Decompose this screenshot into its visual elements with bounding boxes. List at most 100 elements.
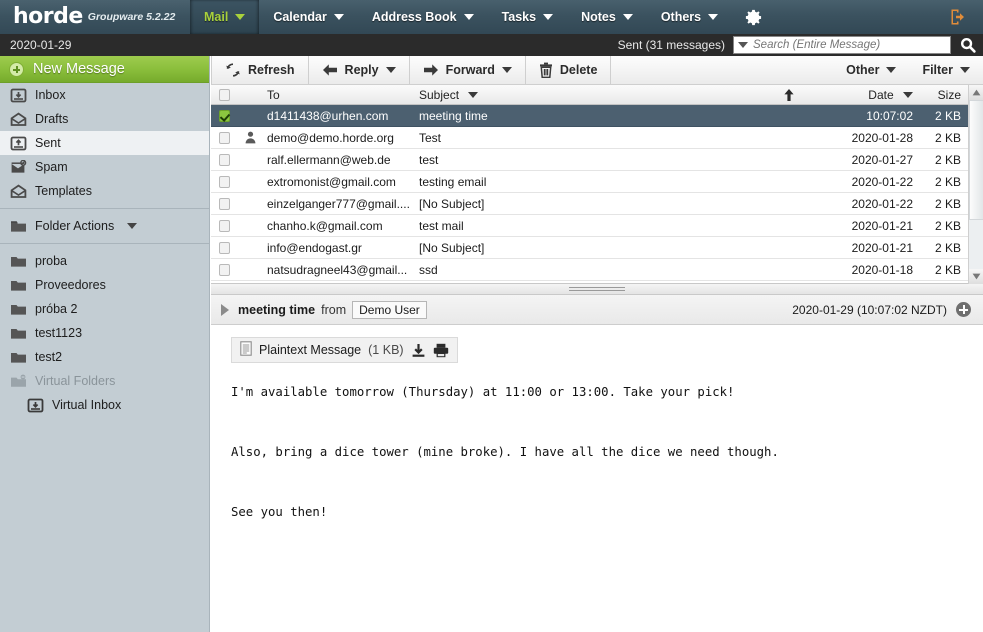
other-menu-button[interactable]: Other	[833, 56, 909, 84]
sidebar-item-templates[interactable]: Templates	[0, 179, 209, 203]
sidebar-item-folder-actions[interactable]: Folder Actions	[0, 214, 209, 238]
main-nav: Mail Calendar Address Book Tasks Notes O…	[190, 0, 943, 34]
column-header-date[interactable]: Date	[806, 88, 921, 102]
triangle-right-icon[interactable]	[221, 303, 229, 316]
logout-button[interactable]	[943, 8, 973, 26]
column-header-to[interactable]: To	[263, 88, 415, 102]
sidebar-label-virtual-inbox: Virtual Inbox	[52, 398, 122, 412]
search-input[interactable]	[753, 39, 946, 51]
download-icon	[412, 343, 424, 357]
forward-button[interactable]: Forward	[410, 56, 526, 84]
sidebar-label-virtual-folders: Virtual Folders	[35, 374, 116, 388]
nav-item-address-book[interactable]: Address Book	[358, 0, 488, 34]
envelope-open-icon	[9, 183, 27, 199]
app-logo[interactable]: horde Groupware 5.2.22	[0, 0, 190, 34]
message-from-label: from	[321, 302, 347, 317]
chevron-down-icon	[463, 14, 474, 20]
search-button[interactable]	[953, 36, 983, 54]
sidebar-item-inbox[interactable]: Inbox	[0, 83, 209, 107]
attachment-size: (1 KB)	[368, 343, 404, 357]
scroll-up-button[interactable]	[969, 85, 983, 100]
nav-item-notes[interactable]: Notes	[567, 0, 647, 34]
row-date: 2020-01-28	[851, 130, 913, 145]
sidebar-item-spam[interactable]: Spam	[0, 155, 209, 179]
column-label-date: Date	[868, 87, 894, 102]
sidebar-item-virtual-folders[interactable]: Virtual Folders	[0, 369, 209, 393]
nav-item-mail[interactable]: Mail	[190, 0, 260, 34]
row-date: 10:07:02	[866, 108, 913, 123]
row-checkbox[interactable]	[211, 131, 237, 144]
sidebar-item-sent[interactable]: Sent	[0, 131, 209, 155]
table-row[interactable]: chanho.k@gmail.com test mail 2020-01-21 …	[211, 215, 983, 237]
new-message-button[interactable]: New Message	[0, 56, 209, 83]
sidebar-label-test1123: test1123	[35, 326, 83, 340]
row-checkbox[interactable]	[211, 175, 237, 188]
table-row[interactable]: ralf.ellermann@web.de test 2020-01-27 2 …	[211, 149, 983, 171]
folder-icon	[9, 277, 27, 293]
sidebar-item-virtual-inbox[interactable]: Virtual Inbox	[0, 393, 209, 417]
message-subject: meeting time	[238, 302, 316, 317]
search-box[interactable]	[733, 36, 951, 54]
row-checkbox[interactable]	[211, 197, 237, 210]
download-button[interactable]	[411, 343, 426, 358]
status-search-bar: 2020-01-29 Sent (31 messages)	[0, 34, 983, 56]
arrow-right-icon	[423, 64, 438, 76]
table-row[interactable]: einzelganger777@gmail.... [No Subject] 2…	[211, 193, 983, 215]
sidebar-label-spam: Spam	[35, 160, 68, 174]
mail-toolbar: Refresh Reply Forward Delete Other Filte…	[211, 56, 983, 85]
row-checkbox[interactable]	[211, 219, 237, 232]
row-checkbox[interactable]	[211, 153, 237, 166]
plus-circle-icon[interactable]	[956, 302, 971, 317]
mailbox-status: Sent (31 messages)	[617, 38, 725, 52]
row-checkbox[interactable]	[211, 263, 237, 276]
sidebar-item-test1123[interactable]: test1123	[0, 321, 209, 345]
message-list-scrollbar[interactable]	[968, 85, 983, 284]
table-row[interactable]: extromonist@gmail.com testing email 2020…	[211, 171, 983, 193]
chevron-down-icon[interactable]	[738, 42, 748, 48]
sidebar-item-proba-2[interactable]: próba 2	[0, 297, 209, 321]
message-list-header: To Subject Date Size	[211, 85, 983, 105]
nav-label-address-book: Address Book	[371, 10, 457, 24]
nav-item-calendar[interactable]: Calendar	[259, 0, 358, 34]
chevron-down-icon	[468, 91, 479, 98]
table-row[interactable]: info@endogast.gr [No Subject] 2020-01-21…	[211, 237, 983, 259]
row-to: chanho.k@gmail.com	[267, 218, 383, 233]
row-checkbox[interactable]	[211, 109, 237, 122]
refresh-button[interactable]: Refresh	[211, 56, 309, 84]
scrollbar-thumb[interactable]	[969, 100, 983, 220]
checkbox-icon	[218, 241, 230, 254]
sidebar-item-drafts[interactable]: Drafts	[0, 107, 209, 131]
column-header-subject[interactable]: Subject	[415, 88, 772, 102]
document-icon	[240, 341, 252, 359]
reply-button[interactable]: Reply	[309, 56, 410, 84]
sidebar: New Message Inbox Drafts Sent Spam Templ…	[0, 56, 210, 632]
row-date: 2020-01-21	[851, 240, 913, 255]
nav-item-tasks[interactable]: Tasks	[488, 0, 568, 34]
nav-item-others[interactable]: Others	[647, 0, 732, 34]
scroll-down-button[interactable]	[969, 269, 983, 284]
sidebar-item-proba[interactable]: proba	[0, 249, 209, 273]
delete-label: Delete	[559, 63, 598, 77]
sidebar-item-test2[interactable]: test2	[0, 345, 209, 369]
row-subject: [No Subject]	[419, 196, 485, 211]
table-row[interactable]: d1411438@urhen.com meeting time 10:07:02…	[211, 105, 983, 127]
folder-minus-icon	[9, 373, 27, 389]
print-button[interactable]	[433, 343, 449, 358]
filter-menu-button[interactable]: Filter	[909, 56, 983, 84]
delete-button[interactable]: Delete	[526, 56, 612, 84]
select-all-checkbox[interactable]	[211, 88, 237, 101]
chevron-down-icon	[960, 67, 970, 73]
row-checkbox[interactable]	[211, 241, 237, 254]
settings-button[interactable]	[732, 0, 775, 34]
message-from-name[interactable]: Demo User	[352, 300, 427, 319]
row-date: 2020-01-22	[851, 174, 913, 189]
table-row[interactable]: natsudragneel43@gmail... ssd 2020-01-18 …	[211, 259, 983, 281]
message-header: meeting time from Demo User 2020-01-29 (…	[211, 295, 983, 325]
table-row[interactable]: demo@demo.horde.org Test 2020-01-28 2 KB	[211, 127, 983, 149]
inbox-icon	[26, 397, 44, 413]
sidebar-item-proveedores[interactable]: Proveedores	[0, 273, 209, 297]
attachment-strip: Plaintext Message (1 KB)	[211, 325, 983, 363]
sort-indicator[interactable]	[772, 88, 806, 102]
pane-resize-handle[interactable]	[211, 284, 983, 295]
folder-icon	[9, 253, 27, 269]
